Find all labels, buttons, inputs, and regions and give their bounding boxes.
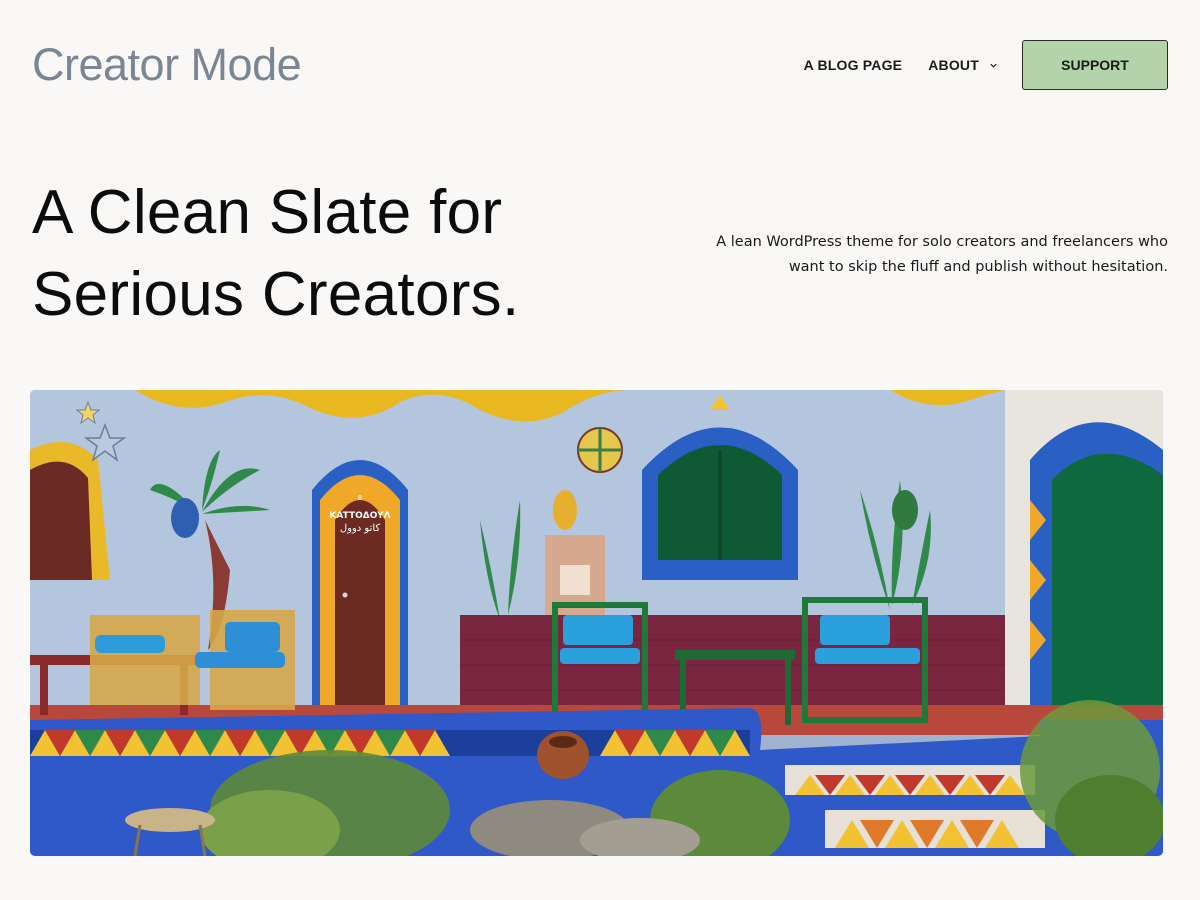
right-door: [1052, 453, 1163, 720]
hero-heading: A Clean Slate for Serious Creators.: [32, 172, 652, 336]
nav-item-about[interactable]: ABOUT: [928, 57, 998, 73]
hero-photo-illustration: 8 KATTOΔOYΛ كاتو دوول: [30, 390, 1163, 856]
support-button[interactable]: SUPPORT: [1022, 40, 1168, 90]
nav-item-about-label: ABOUT: [928, 57, 979, 73]
hero-description-line-2: want to skip the fluff and publish witho…: [788, 259, 1168, 275]
left-cushion: [95, 635, 165, 653]
hero-description-line-1: A lean WordPress theme for solo creators…: [716, 234, 1168, 250]
hero-image: 8 KATTOΔOYΛ كاتو دوول: [30, 390, 1163, 856]
hero-heading-line-2: Serious Creators.: [32, 260, 520, 329]
site-title[interactable]: Creator Mode: [32, 38, 302, 92]
nav-item-blog-page[interactable]: A BLOG PAGE: [804, 57, 903, 73]
door-number: 8: [358, 494, 362, 502]
center-door: [335, 500, 385, 730]
green-chair-cushion-2: [820, 615, 890, 645]
chevron-down-icon: [990, 63, 997, 68]
hero-heading-line-1: A Clean Slate for: [32, 178, 503, 247]
triangle-pattern: [30, 730, 750, 756]
door-sign-line-2: كاتو دوول: [340, 523, 381, 534]
door-sign-line-1: KATTOΔOYΛ: [329, 511, 390, 521]
primary-nav: A BLOG PAGE ABOUT SUPPORT: [804, 40, 1168, 90]
hero-description: A lean WordPress theme for solo creators…: [678, 230, 1168, 280]
green-chair-cushion-1: [563, 615, 633, 645]
left-window: [30, 461, 92, 580]
